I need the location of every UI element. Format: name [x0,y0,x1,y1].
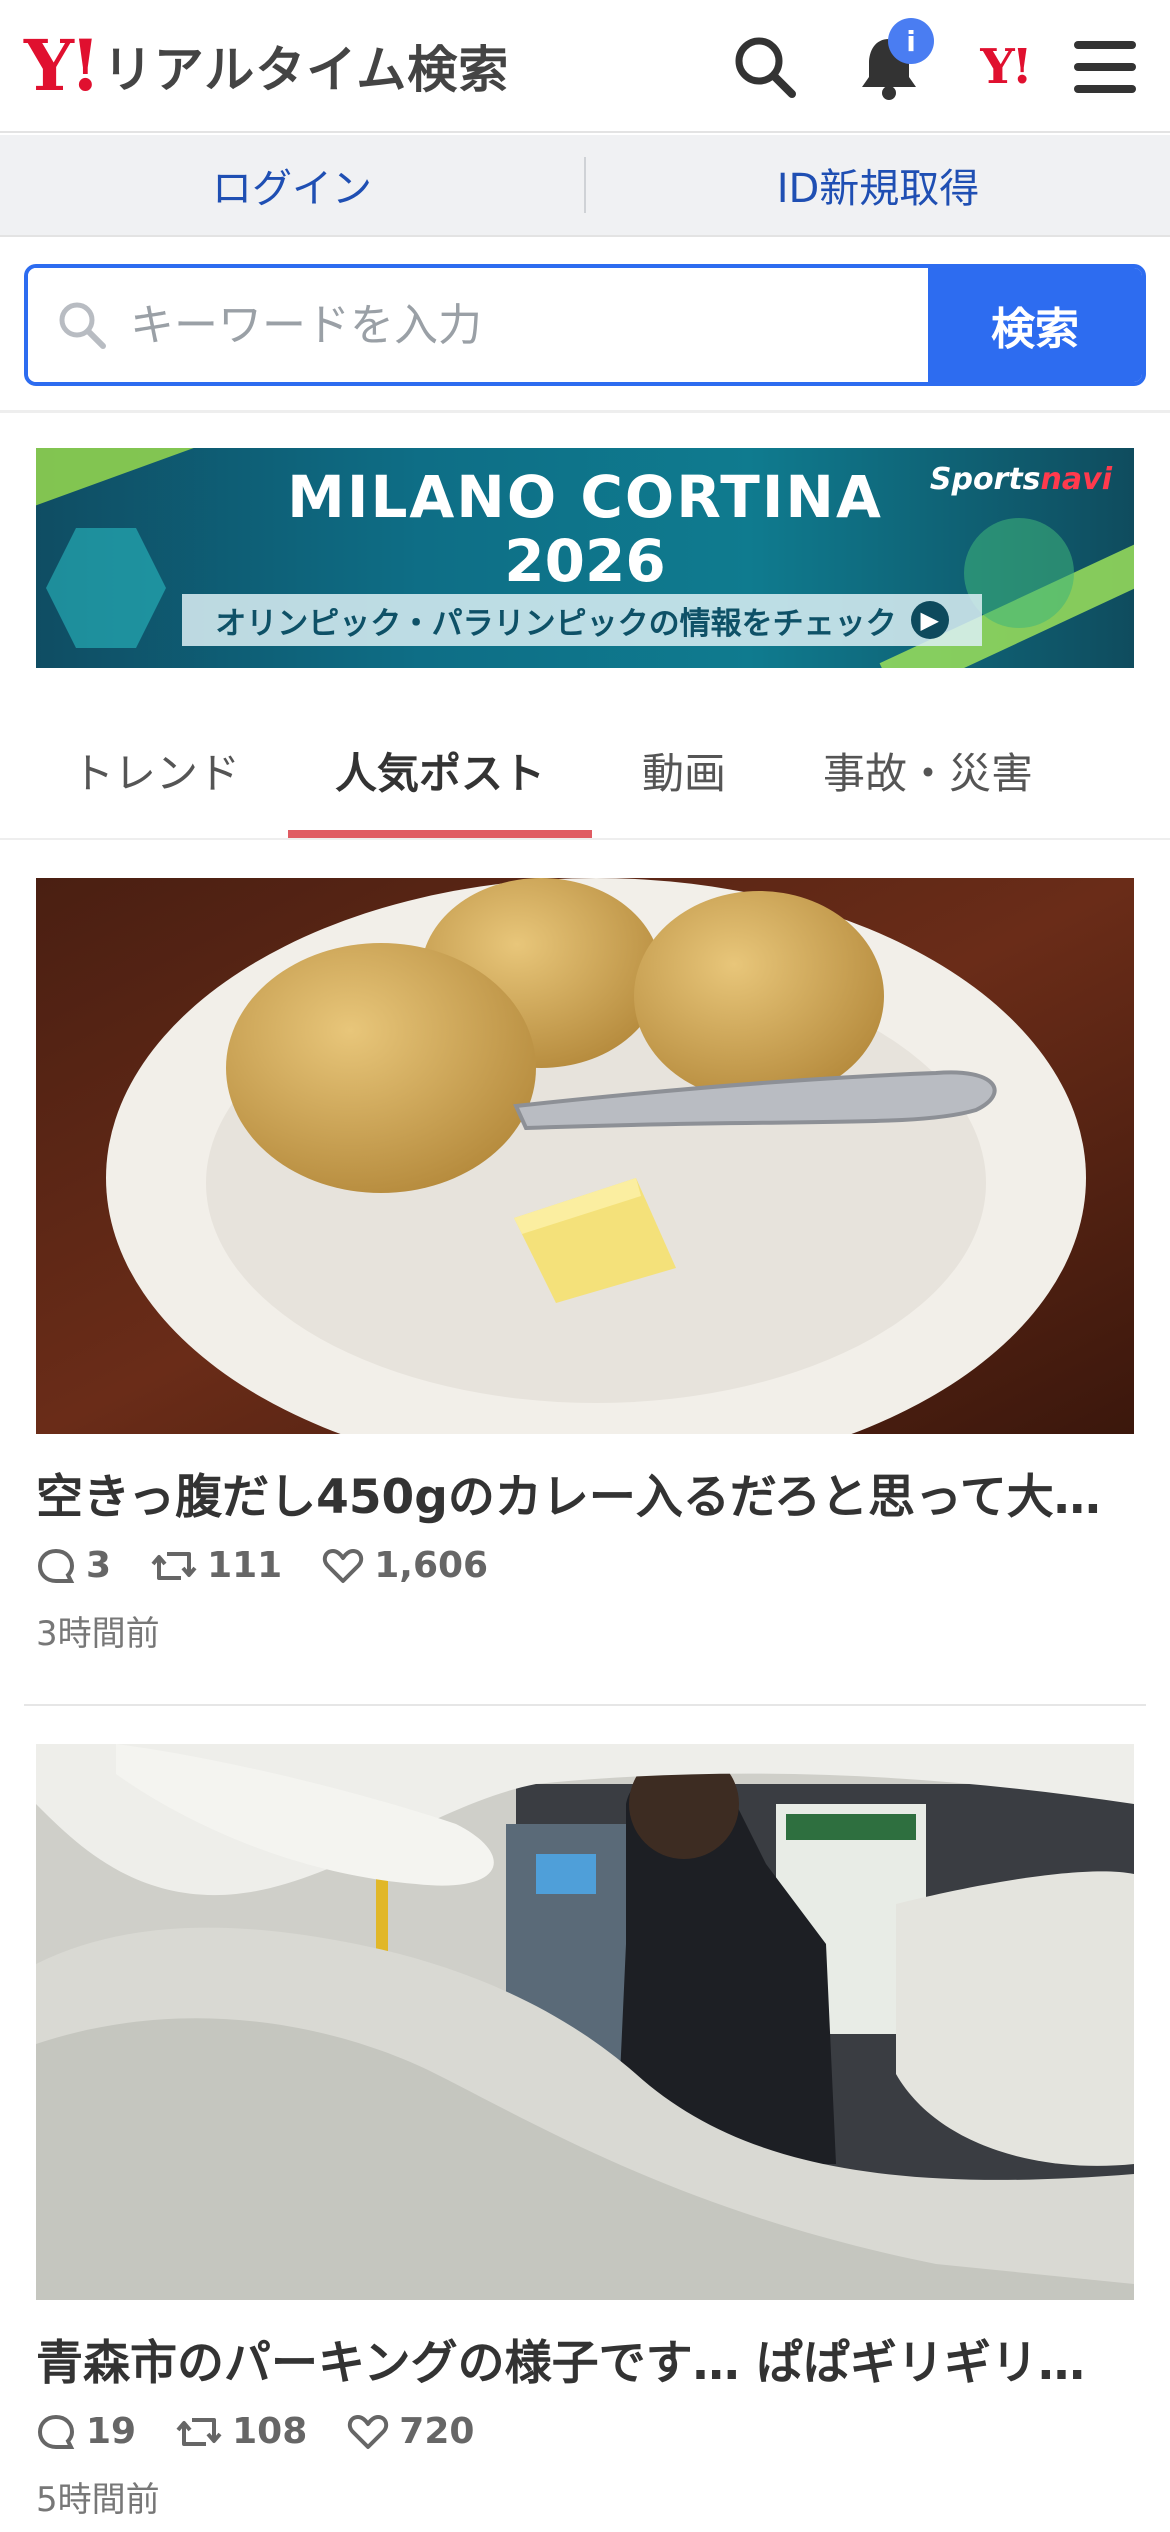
yahoo-top-link[interactable]: Y! [960,22,1050,112]
banner-subtitle-box: オリンピック・パラリンピックの情報をチェック ▶ [182,594,982,646]
tab-videos[interactable]: 動画 [604,700,764,840]
notification-badge: i [888,18,934,64]
active-tab-indicator [288,830,592,838]
search-field-wrap [28,268,928,382]
notifications-button[interactable]: i [844,18,934,112]
heart-icon [323,1548,364,1583]
search-icon [59,302,106,349]
site-logo[interactable]: Y! リアルタイム検索 [24,26,509,106]
post-timestamp: 5時間前 [36,2480,160,2520]
post-timestamp: 3時間前 [36,1614,160,1654]
like-count[interactable]: 720 [347,2411,474,2452]
search-button[interactable] [720,22,810,112]
post-image[interactable] [36,878,1134,1434]
repost-count[interactable]: 111 [151,1545,282,1586]
snowy-parking-photo [36,1744,1134,2300]
olympics-banner[interactable]: Sportsnavi MILANO CORTINA 2026 オリンピック・パラ… [36,448,1134,668]
reply-count-value: 3 [86,1545,112,1586]
post-card[interactable]: 空きっ腹だし450gのカレー入るだろと思って大… 3 111 1,606 3時間… [36,878,1134,1655]
search-icon [735,37,796,98]
section-divider [0,410,1170,413]
post-divider [24,1704,1146,1706]
yahoo-logo-mark: Y! [24,24,101,107]
search-submit-button[interactable]: 検索 [928,268,1142,382]
tab-popular-posts[interactable]: 人気ポスト [288,700,592,840]
post-stats: 3 111 1,606 [36,1545,1134,1586]
site-title: リアルタイム検索 [102,41,510,99]
reply-count[interactable]: 3 [36,1545,111,1586]
account-bar: ログイン ID新規取得 [0,135,1170,237]
post-card[interactable]: 青森市のパーキングの様子です… ぱぱギリギリ… 19 108 720 5時間前 [36,1744,1134,2521]
post-title[interactable]: 青森市のパーキングの様子です… ぱぱギリギリ… [36,2324,1134,2393]
banner-title: MILANO CORTINA [287,463,883,531]
reply-icon [37,1548,75,1583]
repost-icon [176,2417,222,2446]
chevron-right-icon: ▶ [910,601,949,639]
hamburger-menu-icon [1074,41,1136,93]
repost-count-value: 108 [232,2411,308,2452]
post-image[interactable] [36,1744,1134,2300]
category-tabs: トレンド 人気ポスト 動画 事故・災害 [0,700,1170,840]
repost-count[interactable]: 108 [176,2411,307,2452]
tab-trend[interactable]: トレンド [36,700,276,840]
repost-count-value: 111 [207,1545,283,1586]
reply-icon [37,2414,75,2449]
post-stats: 19 108 720 [36,2411,1134,2452]
banner-subtitle: オリンピック・パラリンピックの情報をチェック [215,605,897,642]
heart-icon [348,2414,389,2449]
login-link[interactable]: ログイン [0,135,584,235]
menu-button[interactable] [1060,22,1150,112]
tab-accidents-disasters[interactable]: 事故・災害 [800,700,1056,840]
like-count[interactable]: 1,606 [322,1545,488,1586]
search-input[interactable] [130,299,850,351]
signup-link[interactable]: ID新規取得 [586,135,1170,235]
post-title[interactable]: 空きっ腹だし450gのカレー入るだろと思って大… [36,1458,1134,1527]
yahoo-icon: Y! [980,39,1032,95]
repost-icon [151,1551,197,1580]
reply-count-value: 19 [86,2411,137,2452]
app-header: Y! リアルタイム検索 i Y! [0,0,1170,133]
search-bar: 検索 [24,264,1146,386]
banner-year: 2026 [504,527,666,595]
potato-plate-photo [36,878,1134,1434]
reply-count[interactable]: 19 [36,2411,136,2452]
like-count-value: 720 [399,2411,475,2452]
like-count-value: 1,606 [374,1545,489,1586]
